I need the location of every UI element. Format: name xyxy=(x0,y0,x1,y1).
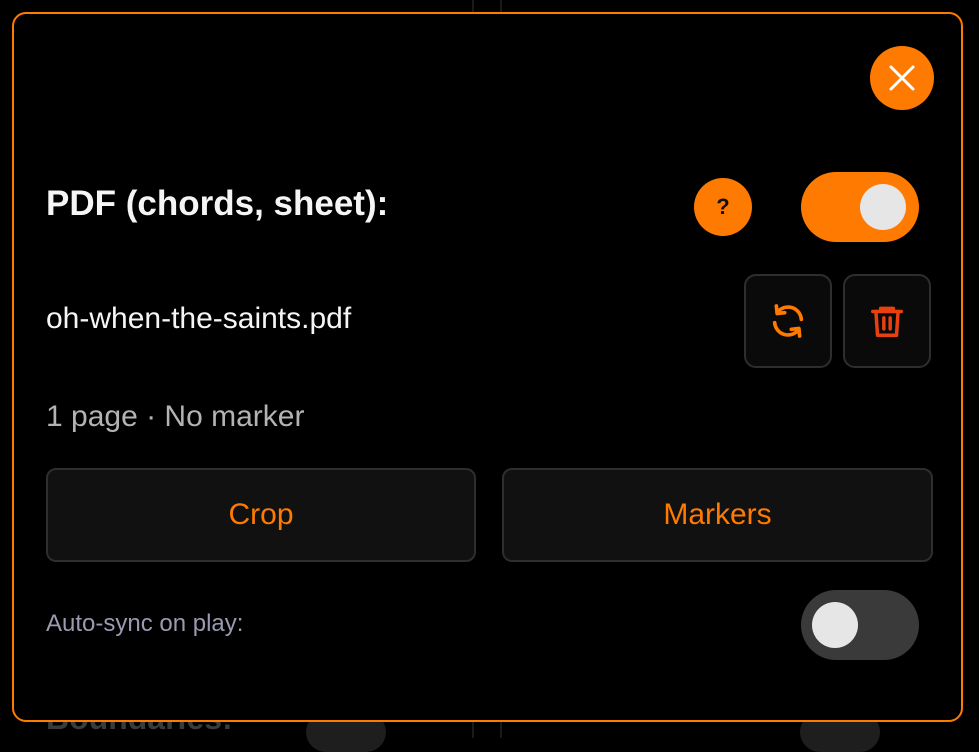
trash-icon xyxy=(871,306,903,337)
replace-pdf-button[interactable] xyxy=(744,274,832,368)
auto-sync-label: Auto-sync on play: xyxy=(46,610,244,637)
pdf-filename: oh-when-the-saints.pdf xyxy=(46,302,352,335)
pdf-meta: 1 page · No marker xyxy=(46,400,305,433)
refresh-icon xyxy=(772,304,804,338)
question-icon: ? xyxy=(716,194,730,219)
markers-button[interactable]: Markers xyxy=(502,468,933,562)
crop-button[interactable]: Crop xyxy=(46,468,476,562)
help-button[interactable]: ? xyxy=(694,178,752,236)
markers-label: Markers xyxy=(663,498,772,531)
close-button[interactable] xyxy=(870,46,934,110)
pdf-enable-toggle[interactable] xyxy=(801,172,919,242)
crop-label: Crop xyxy=(228,498,294,531)
auto-sync-toggle[interactable] xyxy=(801,590,919,660)
close-icon xyxy=(889,65,915,91)
delete-pdf-button[interactable] xyxy=(843,274,931,368)
pdf-settings-modal: PDF (chords, sheet): ? oh-when-the-saint… xyxy=(12,12,963,722)
section-title: PDF (chords, sheet): xyxy=(46,184,389,223)
toggle-knob xyxy=(860,184,906,230)
toggle-knob xyxy=(812,602,858,648)
